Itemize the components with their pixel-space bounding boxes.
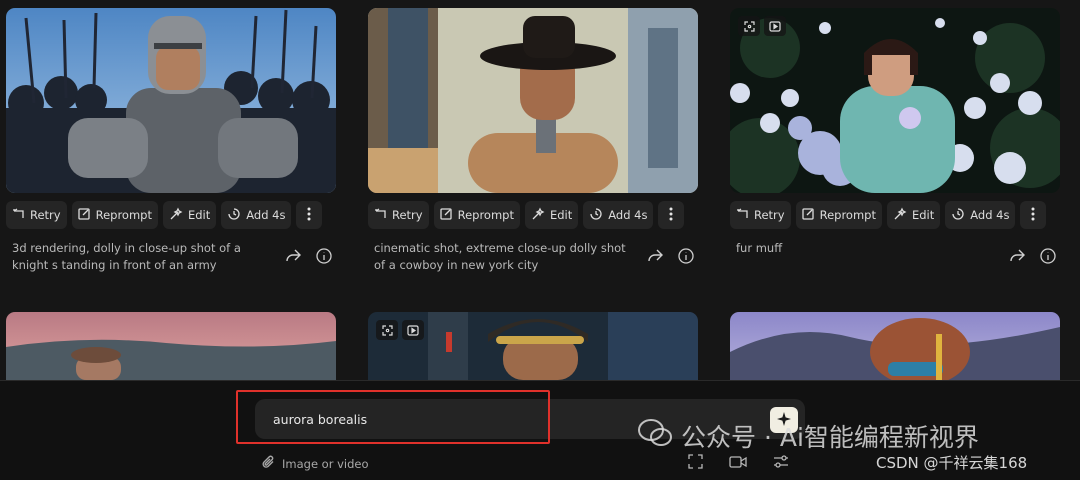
- share-icon[interactable]: [285, 248, 302, 268]
- retry-button[interactable]: Retry: [368, 201, 429, 229]
- play-icon: [407, 321, 419, 340]
- magic-wand-icon: [531, 207, 545, 223]
- retry-button[interactable]: Retry: [730, 201, 791, 229]
- video-thumbnail[interactable]: [6, 312, 336, 380]
- expand-button[interactable]: [738, 16, 760, 36]
- edit-button[interactable]: Edit: [162, 201, 217, 229]
- info-icon[interactable]: [1040, 248, 1056, 268]
- attach-label: Image or video: [282, 457, 369, 471]
- magic-wand-icon: [169, 207, 183, 223]
- share-icon[interactable]: [1009, 248, 1026, 268]
- add-4s-button[interactable]: Add 4s: [583, 201, 654, 229]
- retry-label: Retry: [392, 208, 423, 222]
- reprompt-button[interactable]: Reprompt: [71, 201, 158, 229]
- reprompt-icon: [801, 207, 815, 223]
- prompt-composer: Image or video 公众号 · Ai智能编程新视界 CSDN @千祥云…: [0, 380, 1080, 480]
- retry-icon: [12, 207, 25, 223]
- watermark-text: 公众号 · Ai智能编程新视界: [681, 423, 979, 452]
- reprompt-label: Reprompt: [819, 208, 876, 222]
- video-thumbnail[interactable]: [730, 312, 1060, 380]
- reprompt-label: Reprompt: [95, 208, 152, 222]
- prompt-text: cinematic shot, extreme close-up dolly s…: [374, 241, 626, 272]
- expand-icon: [381, 321, 393, 340]
- more-options-button[interactable]: [1020, 201, 1047, 229]
- more-options-button[interactable]: [296, 201, 323, 229]
- action-bar: Retry Reprompt Edit Add 4s: [368, 201, 698, 229]
- edit-label: Edit: [549, 208, 573, 222]
- edit-label: Edit: [911, 208, 935, 222]
- card-meta-icons: [647, 248, 694, 268]
- card-meta-icons: [285, 248, 332, 268]
- add-4s-label: Add 4s: [246, 208, 286, 222]
- reprompt-icon: [439, 207, 453, 223]
- retry-icon: [736, 207, 749, 223]
- video-thumbnail[interactable]: [368, 8, 698, 193]
- video-thumbnail[interactable]: [6, 8, 336, 193]
- sliders-icon[interactable]: [773, 454, 789, 473]
- add-4s-label: Add 4s: [970, 208, 1010, 222]
- add-4s-label: Add 4s: [608, 208, 648, 222]
- reprompt-button[interactable]: Reprompt: [795, 201, 882, 229]
- retry-icon: [374, 207, 387, 223]
- wechat-icon: [637, 418, 673, 454]
- expand-button[interactable]: [376, 320, 398, 340]
- more-options-button[interactable]: [658, 201, 685, 229]
- reprompt-icon: [77, 207, 91, 223]
- action-bar: Retry Reprompt Edit Add 4s: [6, 201, 336, 229]
- play-button[interactable]: [764, 16, 786, 36]
- retry-label: Retry: [754, 208, 785, 222]
- add-4s-button[interactable]: Add 4s: [221, 201, 292, 229]
- more-vertical-icon: [1031, 207, 1035, 224]
- composer-tools: [688, 454, 789, 473]
- info-icon[interactable]: [678, 248, 694, 268]
- extend-icon: [589, 207, 603, 224]
- thumbnail-controls: [738, 16, 786, 36]
- play-icon: [769, 20, 781, 32]
- video-thumbnail[interactable]: [730, 8, 1060, 193]
- extend-icon: [227, 207, 241, 224]
- prompt-text: 3d rendering, dolly in close-up shot of …: [12, 241, 241, 272]
- reprompt-button[interactable]: Reprompt: [433, 201, 520, 229]
- thumbnail-controls: [376, 320, 424, 340]
- more-vertical-icon: [307, 207, 311, 224]
- retry-button[interactable]: Retry: [6, 201, 67, 229]
- retry-label: Retry: [30, 208, 61, 222]
- expand-icon[interactable]: [688, 454, 703, 473]
- watermark: 公众号 · Ai智能编程新视界: [637, 418, 979, 454]
- more-vertical-icon: [669, 207, 673, 224]
- edit-label: Edit: [187, 208, 211, 222]
- info-icon[interactable]: [316, 248, 332, 268]
- attach-media-button[interactable]: Image or video: [262, 455, 369, 473]
- expand-icon: [743, 20, 755, 32]
- magic-wand-icon: [893, 207, 907, 223]
- camera-icon[interactable]: [729, 454, 747, 473]
- prompt-text: fur muff: [736, 241, 783, 255]
- card-meta-icons: [1009, 248, 1056, 268]
- share-icon[interactable]: [647, 248, 664, 268]
- video-thumbnail[interactable]: [368, 312, 698, 380]
- reprompt-label: Reprompt: [457, 208, 514, 222]
- extend-icon: [951, 207, 965, 224]
- edit-button[interactable]: Edit: [886, 201, 941, 229]
- action-bar: Retry Reprompt Edit Add 4s: [730, 201, 1060, 229]
- edit-button[interactable]: Edit: [524, 201, 579, 229]
- paperclip-icon: [262, 455, 276, 473]
- watermark-sub: CSDN @千祥云集168: [876, 454, 1028, 472]
- add-4s-button[interactable]: Add 4s: [945, 201, 1016, 229]
- play-button[interactable]: [402, 320, 424, 340]
